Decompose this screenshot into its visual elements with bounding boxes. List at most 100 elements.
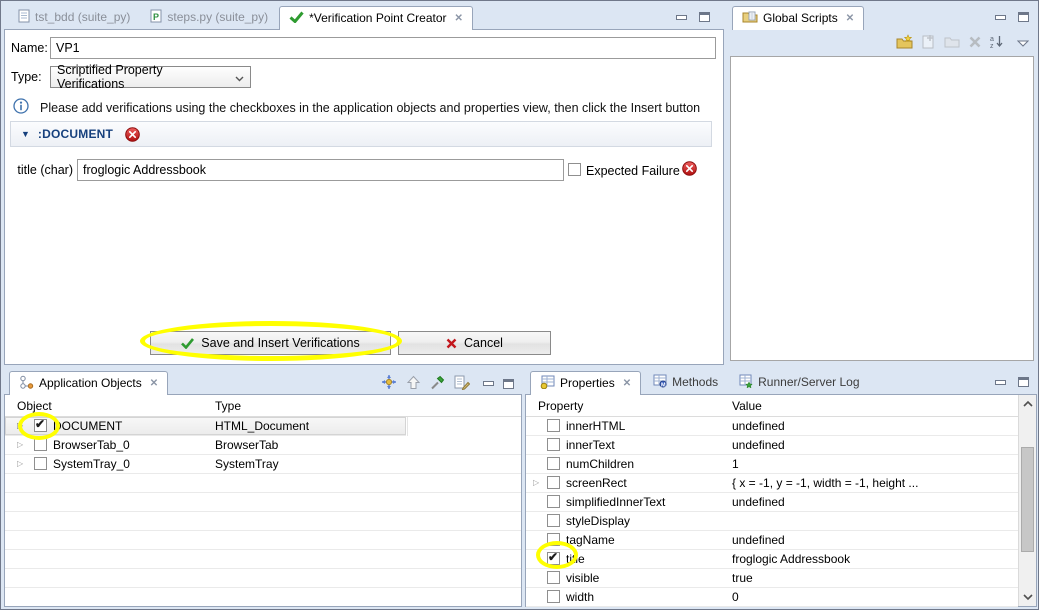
table-row[interactable]: ▷ width 0: [526, 588, 1018, 607]
value-cell: undefined: [732, 419, 785, 433]
type-column-header[interactable]: Type: [215, 399, 241, 413]
row-checkbox[interactable]: [547, 457, 560, 470]
object-column-header[interactable]: Object: [17, 399, 52, 413]
table-row[interactable]: ▷ BrowserTab_0 BrowserTab: [5, 436, 521, 455]
svg-text:z: z: [990, 43, 994, 49]
property-cell: tagName: [566, 533, 615, 547]
table-row[interactable]: ▷ innerHTML undefined: [526, 417, 1018, 436]
expected-failure-checkbox[interactable]: [568, 163, 581, 176]
close-icon[interactable]: ✕: [150, 378, 158, 389]
tab-steps-py[interactable]: P steps.py (suite_py): [141, 5, 277, 29]
table-row[interactable]: ▷ numChildren 1: [526, 455, 1018, 474]
property-cell: width: [566, 590, 594, 604]
row-checkbox[interactable]: [547, 571, 560, 584]
maximize-icon[interactable]: [1018, 377, 1029, 387]
delete-icon[interactable]: [969, 36, 981, 51]
tab-runner-server-log[interactable]: Runner/Server Log: [729, 370, 868, 394]
tab-label: Methods: [672, 375, 718, 389]
row-checkbox[interactable]: [547, 514, 560, 527]
type-cell: HTML_Document: [215, 419, 309, 433]
property-column-header[interactable]: Property: [538, 399, 583, 413]
row-checkbox[interactable]: [547, 552, 560, 565]
scroll-up-icon[interactable]: [1023, 397, 1033, 411]
collapse-triangle-icon[interactable]: ▼: [21, 129, 30, 139]
type-select[interactable]: Scriptified Property Verifications: [50, 66, 251, 88]
name-input[interactable]: VP1: [50, 37, 716, 59]
object-picker-icon[interactable]: [381, 374, 397, 393]
maximize-icon[interactable]: [699, 12, 710, 22]
close-icon[interactable]: ✕: [455, 13, 463, 24]
remove-section-icon[interactable]: [125, 127, 140, 142]
property-cell: innerHTML: [566, 419, 625, 433]
eyedropper-icon[interactable]: [430, 375, 445, 393]
table-row[interactable]: ▷ visible true: [526, 569, 1018, 588]
verification-value-input[interactable]: froglogic Addressbook: [77, 159, 564, 181]
view-menu-icon[interactable]: [1017, 36, 1029, 50]
svg-text:P: P: [153, 12, 159, 22]
new-script-icon[interactable]: [922, 34, 935, 52]
tab-verification-point-creator[interactable]: *Verification Point Creator ✕: [279, 6, 473, 30]
tab-label: Runner/Server Log: [758, 375, 859, 389]
table-row[interactable]: ▷ innerText undefined: [526, 436, 1018, 455]
row-checkbox[interactable]: [547, 476, 560, 489]
table-row[interactable]: ▷ screenRect { x = -1, y = -1, width = -…: [526, 474, 1018, 493]
table-row[interactable]: ▷ SystemTray_0 SystemTray: [5, 455, 521, 474]
remove-verification-icon[interactable]: [682, 161, 697, 179]
up-arrow-icon[interactable]: [406, 375, 421, 393]
global-scripts-content[interactable]: [730, 56, 1034, 361]
table-row[interactable]: ▷ simplifiedInnerText undefined: [526, 493, 1018, 512]
row-checkbox[interactable]: [547, 419, 560, 432]
scrollbar-thumb[interactable]: [1021, 447, 1034, 552]
value-column-header[interactable]: Value: [732, 399, 762, 413]
tab-label: Properties: [560, 376, 615, 390]
maximize-icon[interactable]: [1018, 12, 1029, 22]
close-icon[interactable]: ✕: [623, 378, 631, 389]
scroll-down-icon[interactable]: [1023, 590, 1033, 604]
row-checkbox[interactable]: [34, 457, 47, 470]
properties-tabbar: Properties ✕ M Methods Runner/Server Log: [525, 368, 1037, 394]
maximize-icon[interactable]: [503, 379, 514, 389]
vertical-scrollbar[interactable]: [1018, 395, 1036, 606]
new-global-folder-icon[interactable]: [896, 34, 913, 52]
new-folder-icon[interactable]: [944, 35, 960, 51]
edit-object-icon[interactable]: [454, 375, 470, 393]
tab-application-objects[interactable]: Application Objects ✕: [9, 371, 168, 395]
property-cell: title: [566, 552, 585, 566]
row-checkbox[interactable]: [34, 419, 47, 432]
minimize-icon[interactable]: [995, 15, 1006, 20]
expander-icon[interactable]: ▷: [533, 478, 539, 487]
minimize-icon[interactable]: [676, 15, 687, 20]
row-checkbox[interactable]: [547, 438, 560, 451]
info-text: Please add verifications using the check…: [40, 101, 700, 115]
cancel-button[interactable]: Cancel: [398, 331, 551, 355]
minimize-icon[interactable]: [995, 380, 1006, 385]
row-checkbox[interactable]: [547, 495, 560, 508]
application-objects-panel: Application Objects ✕ Object Type ▷: [4, 368, 522, 607]
sort-az-icon[interactable]: az: [990, 34, 1004, 52]
tab-methods[interactable]: M Methods: [643, 370, 727, 394]
info-icon: [13, 98, 29, 117]
close-icon[interactable]: ✕: [846, 13, 854, 24]
section-title: :DOCUMENT: [38, 127, 113, 141]
minimize-icon[interactable]: [483, 381, 494, 386]
table-row[interactable]: ▷ title froglogic Addressbook: [526, 550, 1018, 569]
expander-icon[interactable]: ▷: [17, 421, 23, 430]
tab-tst-bdd[interactable]: tst_bdd (suite_py): [9, 5, 139, 29]
tab-global-scripts[interactable]: Global Scripts ✕: [732, 6, 864, 30]
document-section-header[interactable]: ▼ :DOCUMENT: [10, 121, 712, 147]
tab-properties[interactable]: Properties ✕: [530, 371, 641, 395]
row-checkbox[interactable]: [547, 590, 560, 603]
save-button[interactable]: Save and Insert Verifications: [150, 331, 391, 355]
table-header: Object Type: [5, 395, 521, 417]
editor-tabbar: tst_bdd (suite_py) P steps.py (suite_py)…: [4, 3, 724, 29]
value-cell: 1: [732, 457, 739, 471]
row-checkbox[interactable]: [34, 438, 47, 451]
row-checkbox[interactable]: [547, 533, 560, 546]
save-button-label: Save and Insert Verifications: [201, 336, 359, 350]
table-row[interactable]: ▷ tagName undefined: [526, 531, 1018, 550]
table-row[interactable]: ▷ styleDisplay: [526, 512, 1018, 531]
table-row[interactable]: ▷ DOCUMENT HTML_Document: [5, 417, 406, 436]
expander-icon[interactable]: ▷: [17, 440, 23, 449]
verification-field-label: title (char): [13, 163, 73, 177]
expander-icon[interactable]: ▷: [17, 459, 23, 468]
